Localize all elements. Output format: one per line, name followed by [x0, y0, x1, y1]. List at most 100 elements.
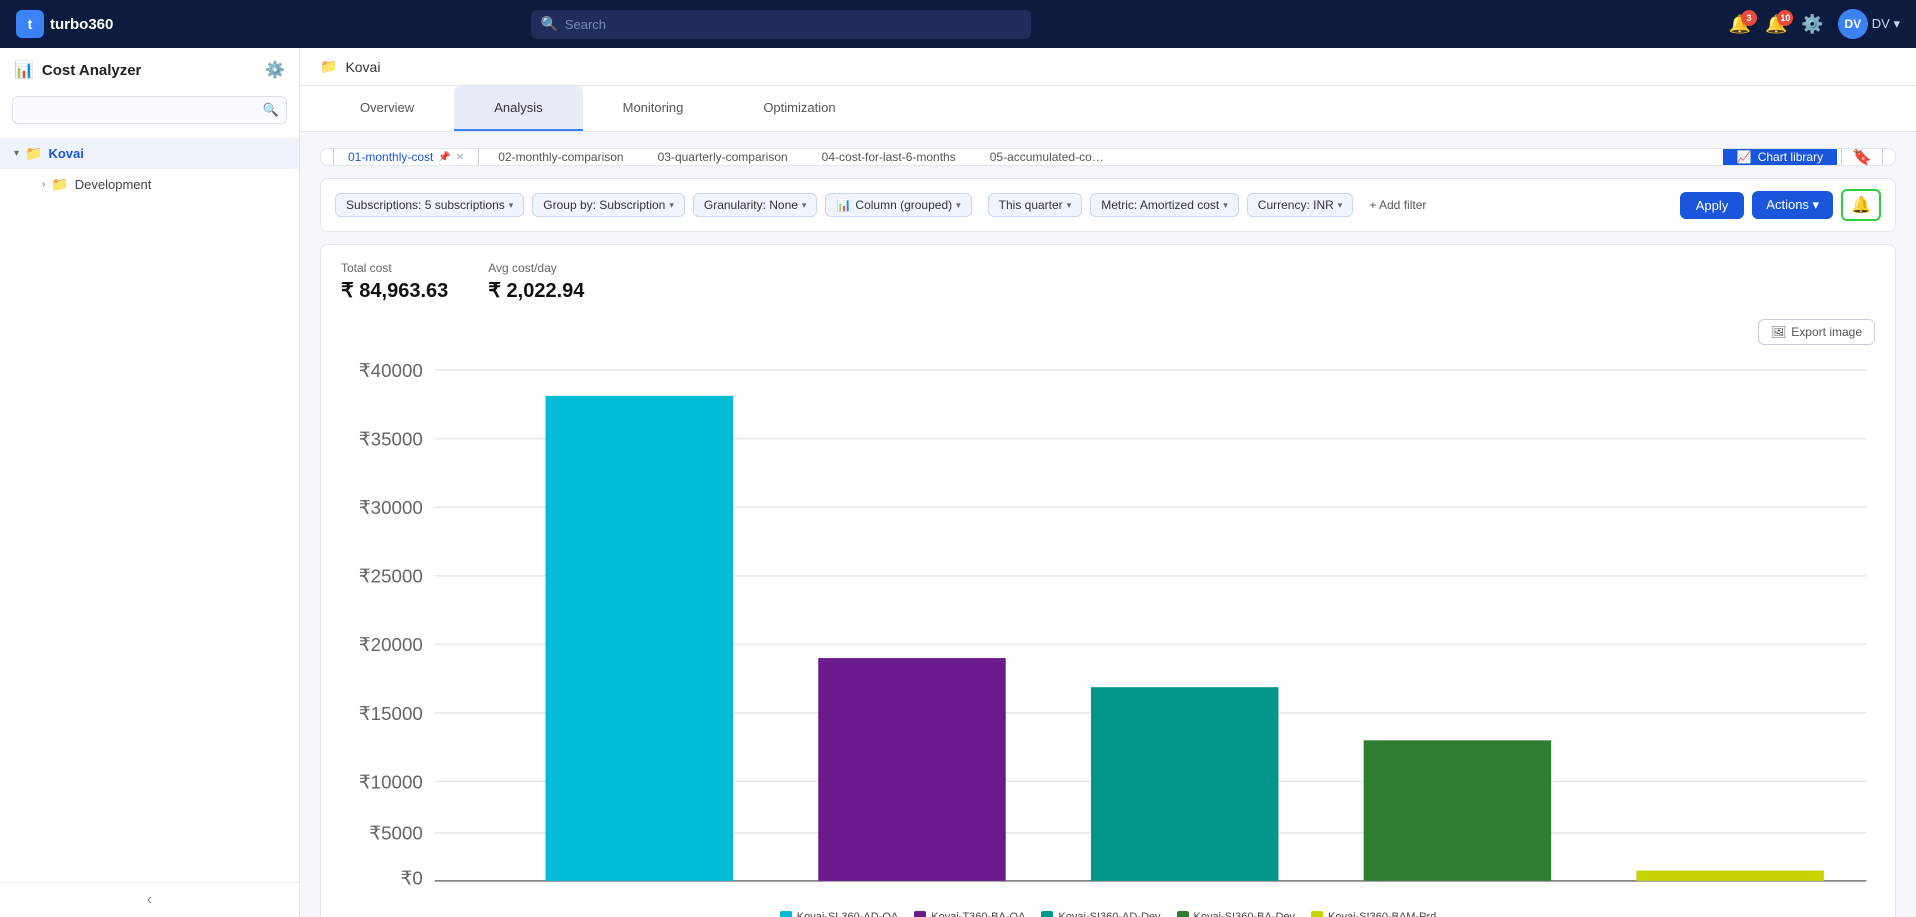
user-avatar: DV [1838, 9, 1868, 39]
legend-item-sl360: Kovai-SL360-AD-QA [780, 911, 899, 917]
sidebar-search-container: 🔍 [0, 92, 299, 134]
bar-kovai-sl360 [546, 396, 733, 881]
filters-bar: Subscriptions: 5 subscriptions ▾ Group b… [320, 178, 1896, 232]
main-content: 📁 Kovai Overview Analysis Monitoring Opt… [300, 48, 1916, 917]
chevron-down-icon: ▾ [669, 200, 674, 211]
user-menu[interactable]: DV DV ▾ [1838, 9, 1900, 39]
subtab-label: 02-monthly-comparison [498, 150, 623, 164]
chevron-down-icon: ▾ [1338, 200, 1343, 211]
metric-filter[interactable]: Metric: Amortized cost ▾ [1090, 193, 1239, 217]
avg-cost-stat: Avg cost/day ₹ 2,022.94 [488, 261, 584, 303]
legend-item-si360-bam: Kovai-SI360-BAM-Prd [1311, 911, 1436, 917]
chart-type-label: Column (grouped) [855, 198, 952, 212]
settings-button[interactable]: ⚙️ [1801, 14, 1823, 35]
avg-cost-label: Avg cost/day [488, 261, 584, 275]
sidebar-header: 📊 Cost Analyzer ⚙️ [0, 48, 299, 92]
page-header: 📁 Kovai [300, 48, 1916, 86]
chevron-down-icon: ▾ [1067, 200, 1072, 211]
app-name: turbo360 [50, 16, 113, 33]
metric-label: Metric: Amortized cost [1101, 198, 1219, 212]
subtab-monthly-comparison[interactable]: 02-monthly-comparison [483, 148, 638, 166]
tab-monitoring[interactable]: Monitoring [583, 86, 724, 131]
notifications-button[interactable]: 🔔 3 [1729, 14, 1751, 35]
alert-button[interactable]: 🔔 [1841, 189, 1881, 221]
sidebar-title: Cost Analyzer [42, 62, 257, 79]
export-image-button[interactable]: 🖼 Export image [1758, 319, 1875, 345]
legend-label: Kovai-SI360-AD-Dev [1058, 911, 1160, 917]
chevron-down-icon: ▾ [14, 148, 19, 159]
svg-text:₹10000: ₹10000 [359, 771, 423, 792]
legend-color [914, 911, 926, 917]
sidebar-search-icon: 🔍 [263, 102, 279, 118]
sidebar-item-label: Development [75, 177, 152, 192]
legend-label: Kovai-SI360-BA-Dev [1194, 911, 1296, 917]
folder-icon: 📁 [25, 145, 42, 162]
topnav-actions: 🔔 3 🔔 10 ⚙️ DV DV ▾ [1729, 9, 1900, 39]
app-logo[interactable]: t turbo360 [16, 10, 176, 38]
sidebar-item-development[interactable]: › 📁 Development [28, 169, 299, 200]
subtab-label: 04-cost-for-last-6-months [822, 150, 956, 164]
sidebar-collapse-button[interactable]: ‹ [0, 882, 299, 917]
tab-optimization[interactable]: Optimization [723, 86, 875, 131]
granularity-filter[interactable]: Granularity: None ▾ [693, 193, 818, 217]
add-filter-button[interactable]: + Add filter [1361, 194, 1434, 216]
alerts-button[interactable]: 🔔 10 [1765, 14, 1787, 35]
sidebar-navigation: ▾ 📁 Kovai › 📁 Development [0, 134, 299, 882]
subtabs-scrollable: 01-monthly-cost 📌 ✕ 02-monthly-compariso… [333, 148, 1719, 166]
tab-analysis[interactable]: Analysis [454, 86, 582, 131]
bar-chart: ₹40000 ₹35000 ₹30000 ₹25000 ₹20000 ₹1500… [341, 353, 1875, 901]
svg-text:₹25000: ₹25000 [359, 566, 423, 587]
time-period-filter[interactable]: This quarter ▾ [988, 193, 1083, 217]
sidebar-item-kovai[interactable]: ▾ 📁 Kovai [0, 138, 299, 169]
add-filter-label: + Add filter [1369, 198, 1426, 212]
search-container: 🔍 [531, 10, 1031, 39]
top-navigation: t turbo360 🔍 🔔 3 🔔 10 ⚙️ DV DV ▾ [0, 0, 1916, 48]
apply-button[interactable]: Apply [1680, 192, 1745, 219]
legend-item-t360: Kovai-T360-BA-QA [914, 911, 1025, 917]
subtab-monthly-cost[interactable]: 01-monthly-cost 📌 ✕ [333, 148, 479, 166]
main-tabs: Overview Analysis Monitoring Optimizatio… [300, 86, 1916, 132]
svg-text:₹0: ₹0 [400, 867, 422, 888]
close-icon[interactable]: ✕ [456, 152, 464, 163]
subscriptions-filter[interactable]: Subscriptions: 5 subscriptions ▾ [335, 193, 524, 217]
legend-color [1041, 911, 1053, 917]
group-by-filter[interactable]: Group by: Subscription ▾ [532, 193, 685, 217]
logo-icon: t [16, 10, 44, 38]
search-icon: 🔍 [541, 16, 558, 33]
alert-badge: 10 [1777, 10, 1793, 26]
svg-text:₹20000: ₹20000 [359, 634, 423, 655]
subscriptions-label: Subscriptions: 5 subscriptions [346, 198, 505, 212]
actions-button[interactable]: Actions ▾ [1752, 191, 1833, 219]
filter-actions: Apply Actions ▾ 🔔 [1680, 189, 1881, 221]
bar-si360-ba-dev [1364, 740, 1551, 881]
currency-filter[interactable]: Currency: INR ▾ [1247, 193, 1354, 217]
total-cost-value: ₹ 84,963.63 [341, 278, 448, 303]
subtab-cost-6months[interactable]: 04-cost-for-last-6-months [807, 148, 971, 166]
subtab-quarterly-comparison[interactable]: 03-quarterly-comparison [643, 148, 803, 166]
pin-icon: 📌 [438, 152, 450, 163]
sidebar-search-input[interactable] [12, 96, 287, 124]
legend-label: Kovai-SL360-AD-QA [797, 911, 899, 917]
granularity-label: Granularity: None [704, 198, 798, 212]
tab-overview[interactable]: Overview [320, 86, 454, 131]
total-cost-label: Total cost [341, 261, 448, 275]
chart-type-filter[interactable]: 📊 Column (grouped) ▾ [825, 193, 971, 217]
sidebar-settings-icon[interactable]: ⚙️ [265, 60, 285, 80]
svg-text:₹5000: ₹5000 [369, 823, 423, 844]
export-label: Export image [1791, 325, 1862, 339]
chart-icon: 📈 [1737, 150, 1752, 164]
currency-label: Currency: INR [1258, 198, 1334, 212]
legend-color [1177, 911, 1189, 917]
chevron-right-icon: › [42, 179, 45, 190]
chart-library-button[interactable]: 📈 Chart library [1723, 148, 1837, 166]
svg-text:₹35000: ₹35000 [359, 428, 423, 449]
subtab-accumulated[interactable]: 05-accumulated-co… [975, 148, 1119, 166]
export-icon: 🖼 [1771, 325, 1786, 339]
bookmark-button[interactable]: 🔖 [1841, 148, 1883, 166]
search-input[interactable] [531, 10, 1031, 39]
folder-icon: 📁 [51, 176, 68, 193]
notification-badge: 3 [1741, 10, 1757, 26]
legend-label: Kovai-T360-BA-QA [931, 911, 1025, 917]
sidebar-search-wrap: 🔍 [12, 96, 287, 124]
chart-area: Total cost ₹ 84,963.63 Avg cost/day ₹ 2,… [320, 244, 1896, 917]
